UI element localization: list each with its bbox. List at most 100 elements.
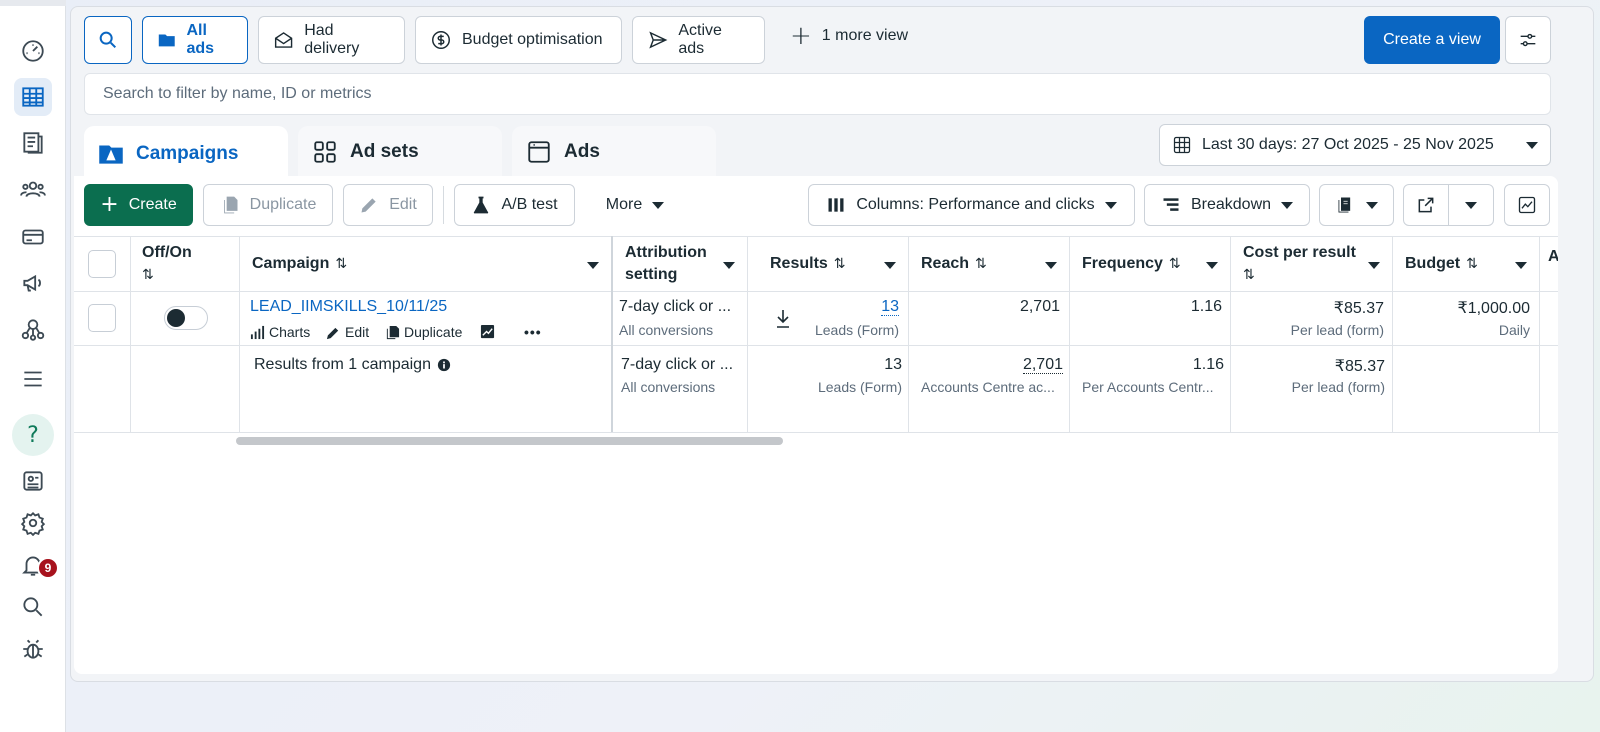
line-chart-icon (1518, 196, 1536, 214)
export-options-button[interactable] (1448, 184, 1494, 226)
header-frequency[interactable]: Frequency ⇅ (1070, 236, 1230, 292)
bar-chart-icon (250, 325, 265, 339)
header-partial-column[interactable]: A (1540, 236, 1558, 292)
header-attribution-setting[interactable]: Attribution setting (613, 236, 747, 292)
chevron-down-icon (587, 262, 599, 269)
settings-gear-icon[interactable] (14, 504, 52, 542)
view-had-delivery[interactable]: Had delivery (258, 16, 405, 64)
header-budget[interactable]: Budget ⇅ (1393, 236, 1539, 292)
chevron-down-icon (1104, 201, 1117, 209)
duplicate-button[interactable]: Duplicate (203, 184, 333, 226)
view-active-ads[interactable]: Active ads (632, 16, 765, 64)
chevron-down-icon (1368, 262, 1380, 269)
row-checkbox[interactable] (88, 304, 116, 332)
more-actions-button[interactable]: More (590, 184, 680, 226)
pages-icon[interactable] (14, 124, 52, 162)
row-results-sub: Leads (Form) (814, 322, 899, 338)
ab-test-button[interactable]: A/B test (454, 184, 575, 226)
reports-icon (1338, 197, 1350, 213)
pencil-icon (326, 327, 339, 339)
header-frequency-label: Frequency (1082, 255, 1163, 272)
row-results[interactable]: 13 (774, 298, 899, 316)
campaigns-table: Off/On ⇅ Campaign ⇅ Attribution setting … (74, 236, 1558, 434)
header-partial-label: A (1548, 248, 1558, 265)
tab-ads[interactable]: Ads (512, 126, 716, 178)
row-edit-link[interactable]: Edit (326, 324, 369, 340)
chevron-down-icon (1365, 201, 1378, 209)
more-views-button[interactable]: + 1 more view (790, 23, 908, 49)
tab-ad-sets[interactable]: Ad sets (298, 126, 502, 178)
header-cost-label: Cost per result (1243, 244, 1356, 261)
tab-campaigns[interactable]: Campaigns (84, 126, 288, 182)
business-network-icon[interactable] (14, 310, 52, 348)
summary-attribution-sub: All conversions (621, 379, 716, 395)
rail-top-border (0, 0, 66, 6)
grid-icon (314, 141, 336, 163)
view-settings-button[interactable] (1505, 16, 1551, 64)
summary-reach: 2,701 (914, 356, 1063, 374)
search-views-button[interactable] (84, 16, 132, 64)
create-button[interactable]: + Create (84, 184, 193, 226)
chevron-down-icon (1526, 141, 1538, 149)
summary-label-text: Results from 1 campaign (254, 356, 431, 373)
dashboard-gauge-icon[interactable] (14, 32, 52, 70)
row-charts-link[interactable]: Charts (250, 324, 310, 340)
view-all-ads-label: All ads (186, 22, 215, 57)
columns-icon (828, 198, 844, 212)
reports-button[interactable] (1319, 184, 1394, 226)
envelope-icon (274, 32, 293, 48)
account-overview-icon[interactable] (14, 462, 52, 500)
view-budget-optimisation[interactable]: Budget optimisation (415, 16, 622, 64)
all-tools-menu-icon[interactable] (14, 360, 52, 398)
filter-search-input[interactable] (84, 73, 1551, 115)
row-results-value: 13 (881, 298, 899, 316)
ab-test-label: A/B test (501, 196, 558, 213)
horizontal-scrollbar[interactable] (236, 437, 783, 445)
header-cost-per-result[interactable]: Cost per result ⇅ (1231, 236, 1392, 292)
breakdown-icon (1163, 198, 1179, 211)
row-more-actions[interactable]: ••• (524, 324, 542, 340)
campaign-on-off-toggle[interactable] (164, 306, 208, 330)
campaign-megaphone-icon[interactable] (14, 264, 52, 302)
audiences-icon[interactable] (14, 170, 52, 208)
header-off-on[interactable]: Off/On ⇅ (130, 236, 239, 292)
view-had-delivery-label: Had delivery (304, 22, 360, 57)
chevron-down-icon (1515, 262, 1527, 269)
select-all-checkbox[interactable] (88, 250, 116, 278)
billing-card-icon[interactable] (14, 218, 52, 256)
breakdown-selector[interactable]: Breakdown (1144, 184, 1310, 226)
trend-chart-icon (480, 324, 495, 339)
chevron-down-icon (1281, 201, 1294, 209)
row-insights-link[interactable] (480, 324, 495, 339)
sort-icon: ⇅ (975, 256, 987, 272)
ads-manager-table-icon[interactable] (14, 78, 52, 116)
edit-button[interactable]: Edit (343, 184, 433, 226)
export-button[interactable] (1403, 184, 1449, 226)
charts-toggle-button[interactable] (1504, 184, 1550, 226)
date-range-picker[interactable]: Last 30 days: 27 Oct 2025 - 25 Nov 2025 (1159, 124, 1551, 166)
left-navigation-rail: ? 9 (0, 0, 66, 732)
plus-icon: + (100, 192, 119, 217)
search-icon[interactable] (14, 588, 52, 626)
info-icon[interactable] (437, 358, 451, 372)
flask-icon (474, 196, 489, 214)
campaign-name-link[interactable]: LEAD_IIMSKILLS_10/11/25 (250, 298, 447, 316)
create-view-button[interactable]: Create a view (1364, 16, 1500, 64)
row-budget: ₹1,000.00 (1457, 300, 1530, 317)
header-reach[interactable]: Reach ⇅ (909, 236, 1069, 292)
duplicate-label: Duplicate (249, 196, 317, 213)
columns-selector[interactable]: Columns: Performance and clicks (808, 184, 1135, 226)
sort-icon: ⇅ (1168, 256, 1181, 272)
summary-results: 13 (884, 356, 902, 373)
help-icon[interactable]: ? (12, 414, 54, 456)
search-icon (99, 31, 117, 49)
header-results[interactable]: Results ⇅ (748, 236, 908, 292)
calendar-icon (1173, 136, 1191, 154)
summary-frequency: 1.16 (1192, 356, 1224, 373)
row-frequency: 1.16 (1190, 298, 1222, 315)
toolbar-divider (443, 186, 444, 224)
report-bug-icon[interactable] (14, 630, 52, 668)
row-duplicate-link[interactable]: Duplicate (385, 324, 462, 340)
header-campaign[interactable]: Campaign ⇅ (240, 236, 611, 292)
view-all-ads[interactable]: All ads (142, 16, 248, 64)
